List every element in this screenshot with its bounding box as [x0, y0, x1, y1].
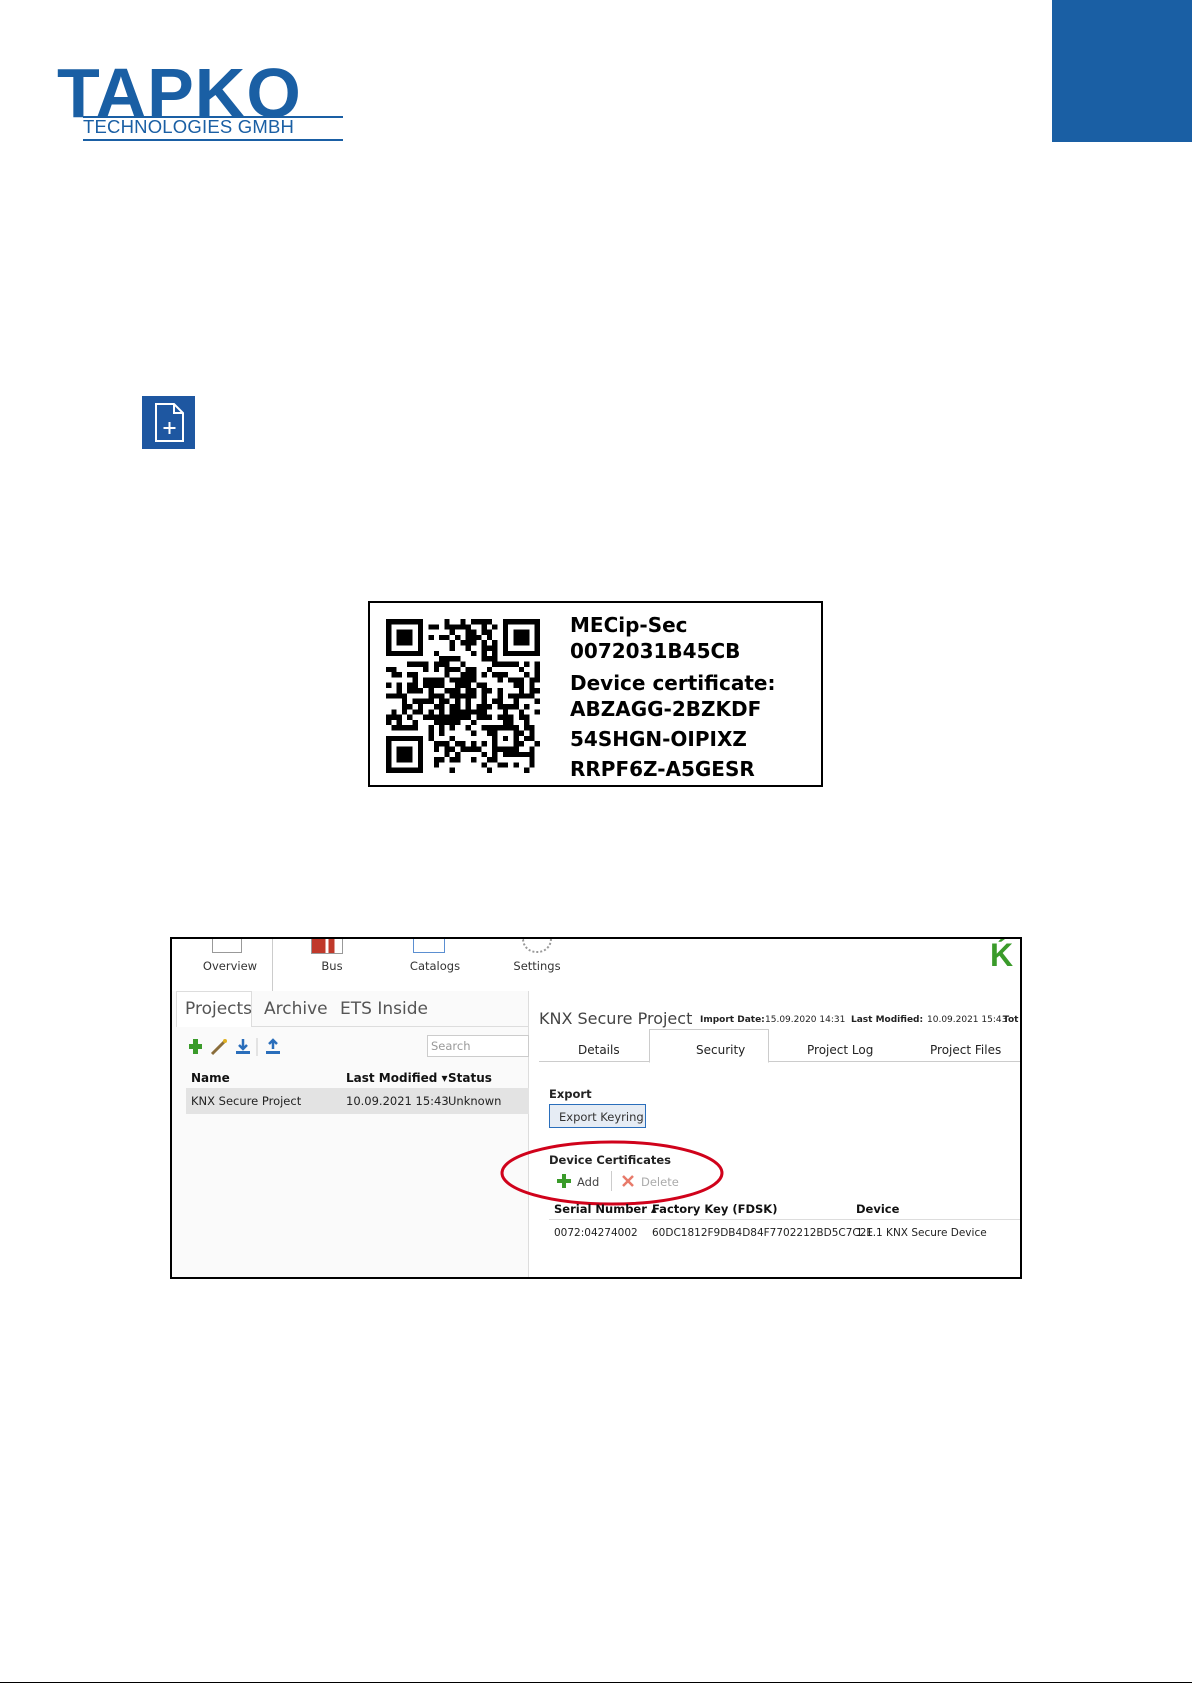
tab-details[interactable]: Details — [578, 1043, 620, 1057]
cert-device: 1.1.1 KNX Secure Device — [856, 1227, 987, 1239]
col-status[interactable]: Status — [448, 1071, 492, 1085]
projects-pane: Projects Archive ETS Inside Search Name … — [172, 991, 529, 1277]
import-date-value: 15.09.2020 14:31 — [765, 1015, 846, 1025]
wand-icon[interactable] — [210, 1039, 227, 1056]
project-toolbar — [189, 1038, 280, 1056]
tab-project-files[interactable]: Project Files — [930, 1043, 1001, 1057]
last-modified-label: Last Modified: — [851, 1015, 924, 1025]
tab-project-log[interactable]: Project Log — [807, 1043, 873, 1057]
col-factory-key[interactable]: Factory Key (FDSK) — [652, 1202, 777, 1216]
logo-rule-top — [83, 116, 343, 118]
tab-ets-inside[interactable]: ETS Inside — [340, 999, 428, 1019]
table-row[interactable]: KNX Secure Project 10.09.2021 15:43 Unkn… — [186, 1088, 529, 1114]
ets-screenshot: Overview Bus Catalogs Settings Ḱ Project… — [170, 937, 1022, 1279]
tab-strip-line — [539, 1061, 1020, 1062]
qr-code-graphic — [386, 619, 540, 773]
header-corner-tab — [1052, 0, 1192, 142]
last-modified-value: 10.09.2021 15:43 — [927, 1015, 1008, 1025]
col-last-modified[interactable]: Last Modified ▾ — [346, 1071, 448, 1085]
label-certificate-title: Device certificate: — [570, 671, 776, 695]
label-cert-line-2: 54SHGN-OIPIXZ — [570, 727, 747, 751]
cert-table-header-line — [549, 1219, 1020, 1220]
export-icon[interactable] — [266, 1038, 280, 1054]
tabs-underline — [252, 1026, 529, 1027]
tab-security[interactable]: Security — [696, 1043, 745, 1057]
row-status: Unknown — [448, 1094, 502, 1108]
col-device[interactable]: Device — [856, 1202, 899, 1216]
search-input[interactable]: Search — [427, 1035, 529, 1057]
export-heading: Export — [549, 1087, 592, 1101]
knx-logo-icon: Ḱ — [990, 937, 1014, 973]
tapko-logo-subtitle: TECHNOLOGIES GMBH — [83, 116, 295, 137]
overview-icon — [212, 939, 242, 953]
qr-code-icon — [386, 619, 540, 777]
label-product: MECip-Sec — [570, 613, 688, 637]
search-placeholder: Search — [431, 1039, 471, 1053]
logo-rule-bottom — [83, 139, 343, 141]
ribbon-bus[interactable]: Bus — [312, 959, 352, 973]
col-serial-number[interactable]: Serial Number ▴ — [554, 1202, 657, 1216]
import-icon[interactable] — [236, 1039, 250, 1054]
file-plus-icon — [142, 396, 195, 449]
table-row[interactable]: 0072:04274002 60DC1812F9DB4D84F7702212BD… — [549, 1221, 1020, 1247]
export-keyring-button[interactable]: Export Keyring — [549, 1104, 646, 1128]
add-project-icon[interactable] — [189, 1039, 202, 1054]
file-plus-icon-graphic — [155, 403, 184, 442]
label-cert-line-3: RRPF6Z-A5GESR — [570, 757, 755, 781]
ribbon-divider — [272, 939, 273, 991]
highlight-ring — [500, 1140, 724, 1206]
project-title: KNX Secure Project — [539, 1009, 693, 1028]
ribbon-settings[interactable]: Settings — [502, 959, 572, 973]
ribbon-catalogs[interactable]: Catalogs — [400, 959, 470, 973]
label-serial: 0072031B45CB — [570, 639, 741, 663]
label-cert-line-1: ABZAGG-2BZKDF — [570, 697, 762, 721]
catalogs-icon — [413, 939, 445, 953]
row-last-modified: 10.09.2021 15:43 — [346, 1094, 449, 1108]
import-date-label: Import Date: — [700, 1015, 765, 1025]
cert-fdsk: 60DC1812F9DB4D84F7702212BD5C7C2E — [652, 1227, 874, 1239]
gear-icon — [522, 939, 552, 953]
footer-rule — [0, 1682, 1192, 1683]
tab-archive[interactable]: Archive — [264, 999, 328, 1019]
total-label: Tot — [1003, 1015, 1019, 1025]
bus-icon — [311, 939, 343, 954]
export-keyring-label: Export Keyring — [559, 1110, 644, 1124]
cert-serial: 0072:04274002 — [554, 1227, 638, 1239]
col-name[interactable]: Name — [191, 1071, 230, 1085]
project-detail-pane: KNX Secure Project Import Date: 15.09.20… — [500, 991, 1020, 1277]
row-name: KNX Secure Project — [191, 1094, 302, 1108]
ribbon-overview[interactable]: Overview — [198, 959, 262, 973]
tab-projects[interactable]: Projects — [185, 999, 252, 1019]
